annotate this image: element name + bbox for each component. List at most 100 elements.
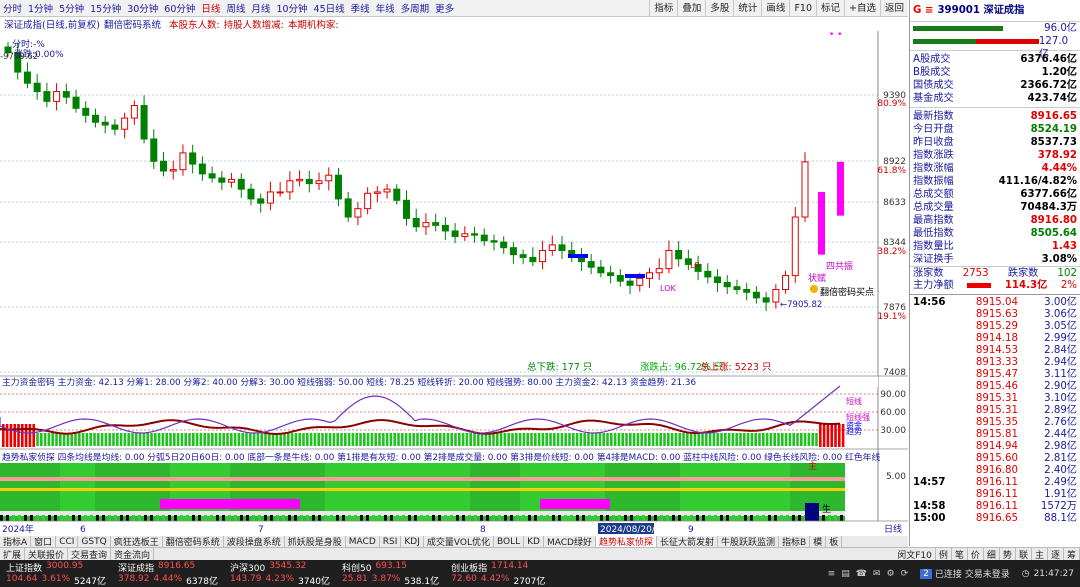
- period-tab-10[interactable]: 45日线: [311, 1, 348, 15]
- quote-tab-3[interactable]: 价: [968, 548, 984, 560]
- footer-tool-icon[interactable]: ✉: [873, 569, 881, 579]
- indicator-tab-13[interactable]: KD: [524, 536, 544, 547]
- market-index[interactable]: 深证成指 8916.65 378.92 4.44% 6378亿: [112, 560, 224, 587]
- indicator-tab-3[interactable]: GSTQ: [78, 536, 111, 547]
- turnover-row: 国债成交 2366.72亿: [910, 79, 1080, 92]
- formula-name[interactable]: 翻倍密码系统: [104, 17, 161, 31]
- lower-tab-0[interactable]: 扩展: [0, 548, 26, 560]
- period-tab-4[interactable]: 30分钟: [124, 1, 161, 15]
- quote-row-value: 4.44%: [1041, 163, 1077, 174]
- footer-tool-icon[interactable]: ⚙: [886, 569, 894, 579]
- toolbar-button-5[interactable]: F10: [789, 0, 816, 16]
- indicator-tab-18[interactable]: 指标B: [779, 536, 811, 547]
- down-count: 102: [1057, 268, 1077, 279]
- indicator-tab-11[interactable]: 成交量VOL优化: [424, 536, 494, 547]
- footer-tool-icon[interactable]: ⟳: [901, 569, 909, 579]
- period-tab-5[interactable]: 60分钟: [161, 1, 198, 15]
- status-footer: 上证指数 3000.95 104.64 3.61% 5247亿 深证成指 8916.65 37…: [0, 560, 1080, 587]
- market-index-bottom: 378.92 4.44% 6378亿: [118, 574, 218, 587]
- tick-row: 15:00 8916.65 88.1亿: [910, 513, 1080, 525]
- quote-tab-0[interactable]: 闵文F10: [894, 548, 936, 560]
- indicator-tab-8[interactable]: MACD: [346, 536, 380, 547]
- toolbar-button-1[interactable]: 叠加: [677, 0, 705, 16]
- toolbar-button-4[interactable]: 画线: [761, 0, 789, 16]
- quote-tab-9[interactable]: 筹: [1064, 548, 1080, 560]
- period-tab-14[interactable]: 更多: [432, 1, 457, 15]
- toolbar-button-2[interactable]: 多股: [705, 0, 733, 16]
- period-tab-12[interactable]: 年线: [373, 1, 398, 15]
- chart-title-bar: 深证成指(日线,前复权) 翻倍密码系统 本股东人数: 持股人数增减: 本期机构家:: [0, 17, 908, 31]
- market-value: 1714.14: [491, 560, 529, 571]
- quote-tab-7[interactable]: 主: [1032, 548, 1048, 560]
- indicator-tab-17[interactable]: 牛股跃跃监测: [718, 536, 779, 547]
- lower-tab-3[interactable]: 资金流向: [111, 548, 155, 560]
- period-tab-9[interactable]: 10分钟: [273, 1, 310, 15]
- period-tab-6[interactable]: 日线: [198, 1, 223, 15]
- price-tick-label: 8633: [883, 198, 906, 208]
- toolbar-button-7[interactable]: +自选: [844, 0, 880, 16]
- indicator-tab-7[interactable]: 抓妖股是身股: [285, 536, 346, 547]
- indicator-tab-12[interactable]: BOLL: [494, 536, 525, 547]
- footer-tool-icon[interactable]: ☎: [856, 569, 867, 579]
- quote-tab-8[interactable]: 逐: [1048, 548, 1064, 560]
- indicator-tab-5[interactable]: 翻倍密码系统: [163, 536, 224, 547]
- quote-tab-1[interactable]: 例: [936, 548, 952, 560]
- signal-annotation: 翻倍密码买点: [820, 286, 874, 298]
- market-index[interactable]: 科创50 693.15 25.81 3.87% 538.1亿: [336, 560, 445, 587]
- toolbar-button-3[interactable]: 统计: [733, 0, 761, 16]
- quote-tab-6[interactable]: 联: [1016, 548, 1032, 560]
- quote-tab-2[interactable]: 笔: [952, 548, 968, 560]
- footer-tool-icon[interactable]: ≡: [828, 569, 836, 579]
- connection-status[interactable]: 2 已连接 交易未登录: [914, 560, 1016, 587]
- indicator-tab-9[interactable]: RSI: [380, 536, 402, 547]
- chart-area[interactable]: 9390 8922 8633 8344 7876 7408 80.9% 61.8% 38.2% 1…: [0, 30, 908, 536]
- indicator-tab-20[interactable]: 板: [826, 536, 843, 547]
- toolbar-button-6[interactable]: 标记: [816, 0, 844, 16]
- period-tab-2[interactable]: 5分钟: [56, 1, 87, 15]
- indicator-tab-10[interactable]: KDJ: [401, 536, 424, 547]
- indicator-tab-1[interactable]: 窗口: [31, 536, 57, 547]
- period-tab-7[interactable]: 周线: [223, 1, 248, 15]
- indicator-tab-2[interactable]: CCI: [56, 536, 79, 547]
- period-tab-3[interactable]: 15分钟: [87, 1, 124, 15]
- tick-row: 8916.80 2.40亿: [910, 465, 1080, 477]
- period-tab-0[interactable]: 分时: [0, 1, 25, 15]
- quote-row-label: 指数量比: [913, 241, 954, 252]
- market-index[interactable]: 创业板指 1714.14 72.60 4.42% 2707亿: [445, 560, 551, 587]
- up-count-label: 涨家数: [913, 268, 944, 279]
- quote-tab-4[interactable]: 细: [984, 548, 1000, 560]
- quote-tab-5[interactable]: 势: [1000, 548, 1016, 560]
- footer-tool-icon[interactable]: ▤: [841, 569, 850, 579]
- indicator-tab-14[interactable]: MACD绿好: [544, 536, 596, 547]
- lower-tabs: 扩展 关联报价 交易查询 资金流向 闵文F10 例笔价细势联主逐筹: [0, 547, 1080, 560]
- lower-tab-2[interactable]: 交易查询: [68, 548, 112, 560]
- tick-time: [913, 357, 945, 369]
- period-tab-1[interactable]: 1分钟: [25, 1, 56, 15]
- market-index[interactable]: 沪深300 3545.32 143.79 4.23% 3740亿: [224, 560, 336, 587]
- market-change: 143.79: [230, 573, 262, 584]
- market-index[interactable]: 上证指数 3000.95 104.64 3.61% 5247亿: [0, 560, 112, 587]
- tick-price: 8915.35: [975, 417, 1018, 428]
- quote-row: 指数振幅 411.16/4.82%: [910, 175, 1080, 188]
- indicator-tab-16[interactable]: 长征大箭发射: [657, 536, 718, 547]
- indicator-tab-6[interactable]: 波段操盘系统: [224, 536, 285, 547]
- period-tab-13[interactable]: 多周期: [398, 1, 433, 15]
- quote-row: 今日开盘 8524.19: [910, 123, 1080, 136]
- period-tab-8[interactable]: 月线: [248, 1, 273, 15]
- indicator-tab-19[interactable]: 模: [810, 536, 827, 547]
- quote-row-label: 昨日收盘: [913, 137, 954, 148]
- signal-marker: [568, 254, 588, 258]
- date-axis-label: 2024年: [2, 523, 34, 535]
- lower-tab-1[interactable]: 关联报价: [25, 548, 69, 560]
- turnover-row: B股成交 1.20亿: [910, 66, 1080, 79]
- lr-label: LR: [690, 261, 700, 270]
- date-axis-label: 6: [80, 525, 86, 535]
- period-tab-11[interactable]: 季线: [348, 1, 373, 15]
- toolbar-button-0[interactable]: 指标: [649, 0, 677, 16]
- indicator-tab-15[interactable]: 趋势私家侦探: [595, 536, 657, 547]
- toolbar-button-8[interactable]: 返回: [879, 0, 908, 16]
- kline-chart[interactable]: 93908922863383447876740880.9%61.8%38.2%1…: [0, 30, 908, 536]
- indicator-tab-4[interactable]: 疯狂选板王: [111, 536, 163, 547]
- tick-price: 8913.33: [975, 357, 1018, 368]
- indicator-tab-0[interactable]: 指标A: [0, 536, 32, 547]
